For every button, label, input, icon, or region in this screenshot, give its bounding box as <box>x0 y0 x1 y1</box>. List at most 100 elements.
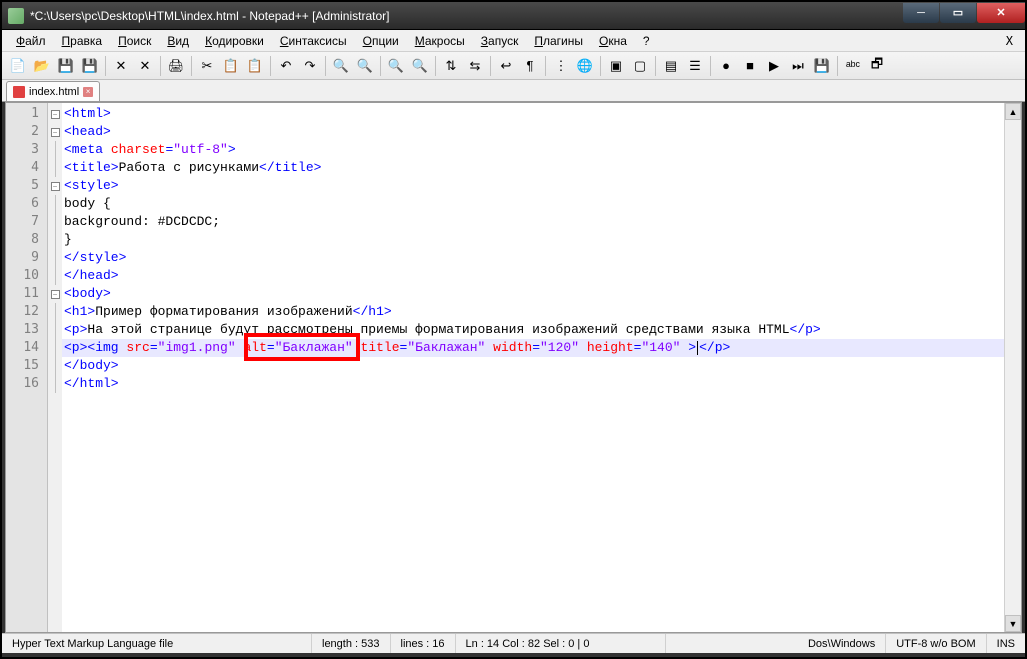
menu-кодировки[interactable]: Кодировки <box>197 32 272 50</box>
menu-синтаксисы[interactable]: Синтаксисы <box>272 32 355 50</box>
scroll-up-icon[interactable]: ▲ <box>1005 103 1021 120</box>
fold-cell[interactable] <box>48 357 62 375</box>
code-line[interactable]: </body> <box>62 357 1004 375</box>
open-file-icon[interactable]: 📂 <box>31 55 53 77</box>
save-file-icon[interactable]: 💾 <box>55 55 77 77</box>
line-number: 14 <box>6 339 47 357</box>
fold-cell[interactable] <box>48 231 62 249</box>
sync-v-icon[interactable]: ⇅ <box>440 55 462 77</box>
indent-guide-icon[interactable]: ⋮ <box>550 55 572 77</box>
save-macro-icon[interactable]: 💾 <box>811 55 833 77</box>
code-area[interactable]: <html><head><meta charset="utf-8"><title… <box>62 103 1004 632</box>
minimize-button[interactable]: ─ <box>903 3 939 23</box>
menu-файл[interactable]: Файл <box>8 32 54 50</box>
fold-cell[interactable] <box>48 141 62 159</box>
menu-макросы[interactable]: Макросы <box>407 32 473 50</box>
play-icon[interactable]: ▶ <box>763 55 785 77</box>
tab-index-html[interactable]: index.html × <box>6 81 100 101</box>
find-icon[interactable]: 🔍 <box>330 55 352 77</box>
zoom-in-icon[interactable]: 🔍 <box>385 55 407 77</box>
doc-switch-icon[interactable]: 🗗 <box>866 55 888 77</box>
scroll-down-icon[interactable]: ▼ <box>1005 615 1021 632</box>
menu-запуск[interactable]: Запуск <box>473 32 527 50</box>
doc-map-icon[interactable]: ▤ <box>660 55 682 77</box>
code-line[interactable]: <h1>Пример форматирования изображений</h… <box>62 303 1004 321</box>
fold-cell[interactable] <box>48 267 62 285</box>
menu-close-x[interactable]: X <box>1000 34 1019 48</box>
fold-toggle-icon[interactable]: − <box>51 110 60 119</box>
record-icon[interactable]: ● <box>715 55 737 77</box>
fold-toggle-icon[interactable]: − <box>51 128 60 137</box>
line-number: 6 <box>6 195 47 213</box>
code-line[interactable]: background: #DCDCDC; <box>62 213 1004 231</box>
fold-cell[interactable]: − <box>48 177 62 195</box>
menu-опции[interactable]: Опции <box>355 32 407 50</box>
fold-line <box>55 141 56 159</box>
menu-поиск[interactable]: Поиск <box>110 32 159 50</box>
code-line[interactable]: <body> <box>62 285 1004 303</box>
fold-toggle-icon[interactable]: − <box>51 182 60 191</box>
fold-cell[interactable] <box>48 249 62 267</box>
save-all-icon[interactable]: 💾 <box>79 55 101 77</box>
copy-icon[interactable]: 📋 <box>220 55 242 77</box>
func-list-icon[interactable]: ☰ <box>684 55 706 77</box>
close-all-icon[interactable]: ✕ <box>134 55 156 77</box>
play-multi-icon[interactable]: ⏭ <box>787 55 809 77</box>
fold-cell[interactable]: − <box>48 123 62 141</box>
vertical-scrollbar[interactable]: ▲ ▼ <box>1004 103 1021 632</box>
close-file-icon[interactable]: ✕ <box>110 55 132 77</box>
code-line[interactable]: <p><img src="img1.png" alt="Баклажан" ti… <box>62 339 1004 357</box>
fold-cell[interactable] <box>48 339 62 357</box>
fold-cell[interactable] <box>48 375 62 393</box>
fold-line <box>55 357 56 375</box>
undo-icon[interactable]: ↶ <box>275 55 297 77</box>
fold-column: − − − − <box>48 103 62 632</box>
redo-icon[interactable]: ↷ <box>299 55 321 77</box>
tab-close-icon[interactable]: × <box>83 87 93 97</box>
fold-cell[interactable]: − <box>48 105 62 123</box>
menu-окна[interactable]: Окна <box>591 32 635 50</box>
code-line[interactable]: </style> <box>62 249 1004 267</box>
fold-cell[interactable]: − <box>48 285 62 303</box>
fold-all-icon[interactable]: ▣ <box>605 55 627 77</box>
maximize-button[interactable]: ▭ <box>940 3 976 23</box>
fold-cell[interactable] <box>48 159 62 177</box>
code-line[interactable]: } <box>62 231 1004 249</box>
show-all-icon[interactable]: ¶ <box>519 55 541 77</box>
print-icon[interactable]: 🖨 <box>165 55 187 77</box>
code-line[interactable]: <html> <box>62 105 1004 123</box>
code-line[interactable]: <style> <box>62 177 1004 195</box>
fold-toggle-icon[interactable]: − <box>51 290 60 299</box>
code-line[interactable]: <head> <box>62 123 1004 141</box>
stop-icon[interactable]: ■ <box>739 55 761 77</box>
new-file-icon[interactable]: 📄 <box>7 55 29 77</box>
sync-h-icon[interactable]: ⇆ <box>464 55 486 77</box>
code-line[interactable]: <meta charset="utf-8"> <box>62 141 1004 159</box>
code-line[interactable]: <title>Работа с рисунками</title> <box>62 159 1004 177</box>
code-line[interactable]: </head> <box>62 267 1004 285</box>
status-mode: INS <box>987 634 1025 653</box>
fold-line <box>55 249 56 267</box>
wrap-icon[interactable]: ↩ <box>495 55 517 77</box>
menu-плагины[interactable]: Плагины <box>526 32 591 50</box>
spellcheck-icon[interactable]: ᵃᵇᶜ <box>842 55 864 77</box>
cut-icon[interactable]: ✂ <box>196 55 218 77</box>
replace-icon[interactable]: 🔍 <box>354 55 376 77</box>
fold-cell[interactable] <box>48 213 62 231</box>
code-line[interactable]: </html> <box>62 375 1004 393</box>
scroll-track[interactable] <box>1005 120 1021 615</box>
paste-icon[interactable]: 📋 <box>244 55 266 77</box>
code-line[interactable]: body { <box>62 195 1004 213</box>
code-line[interactable]: <p>На этой странице будут рассмотрены пр… <box>62 321 1004 339</box>
close-button[interactable]: ✕ <box>977 3 1025 23</box>
menu-вид[interactable]: Вид <box>159 32 197 50</box>
unfold-all-icon[interactable]: ▢ <box>629 55 651 77</box>
menu-правка[interactable]: Правка <box>54 32 111 50</box>
line-number: 3 <box>6 141 47 159</box>
zoom-out-icon[interactable]: 🔍 <box>409 55 431 77</box>
fold-cell[interactable] <box>48 321 62 339</box>
fold-cell[interactable] <box>48 195 62 213</box>
fold-cell[interactable] <box>48 303 62 321</box>
menu-?[interactable]: ? <box>635 32 658 50</box>
lang-icon[interactable]: 🌐 <box>574 55 596 77</box>
